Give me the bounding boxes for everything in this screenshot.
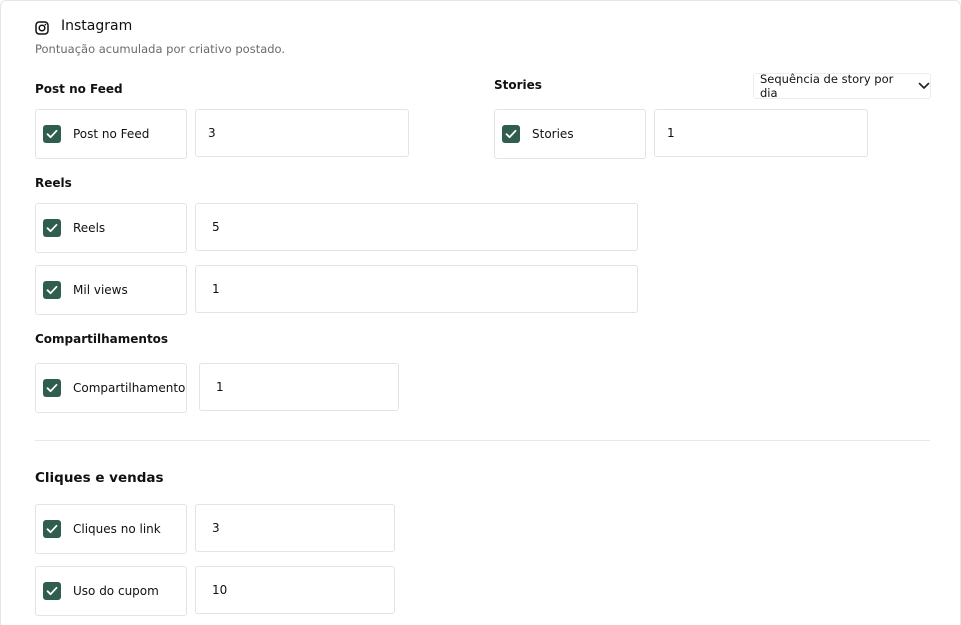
section-label-shares: Compartilhamentos [35,332,169,346]
instagram-settings-card: Instagram Pontuação acumulada por criati… [0,0,961,625]
checkbox-label: Post no Feed [73,127,150,141]
check-icon [43,520,61,538]
check-icon [43,281,61,299]
link-clicks-checkbox[interactable]: Cliques no link [35,504,187,554]
check-icon [43,379,61,397]
coupon-use-checkbox[interactable]: Uso do cupom [35,566,187,616]
post-feed-checkbox[interactable]: Post no Feed [35,109,187,159]
checkbox-label: Cliques no link [73,522,161,536]
reels-checkbox[interactable]: Reels [35,203,187,253]
check-icon [502,125,520,143]
check-icon [43,219,61,237]
check-icon [43,582,61,600]
checkbox-label: Stories [532,127,574,141]
checkbox-label: Compartilhamento [73,381,186,395]
chevron-down-icon [918,82,930,90]
instagram-icon [35,20,49,35]
coupon-use-points-input[interactable] [195,566,395,614]
checkbox-label: Reels [73,221,106,235]
checkbox-label: Uso do cupom [73,584,159,598]
share-checkbox[interactable]: Compartilhamento [35,363,187,413]
share-points-input[interactable] [199,363,399,411]
page-title: Instagram [61,18,133,34]
checkbox-label: Mil views [73,283,128,297]
link-clicks-points-input[interactable] [195,504,395,552]
reels-points-input[interactable] [195,203,638,251]
check-icon [43,125,61,143]
section-divider [35,440,930,441]
page-subtitle: Pontuação acumulada por criativo postado… [35,42,286,56]
section-label-reels: Reels [35,176,72,190]
stories-points-input[interactable] [654,109,868,157]
section-label-stories: Stories [494,78,542,92]
select-value: Sequência de story por dia [760,72,894,100]
section-label-post-feed: Post no Feed [35,82,123,96]
stories-frequency-select[interactable]: Sequência de story por dia [753,72,931,100]
section-label-clicks-sales: Cliques e vendas [35,470,164,486]
mil-views-checkbox[interactable]: Mil views [35,265,187,315]
post-feed-points-input[interactable] [195,109,409,157]
mil-views-points-input[interactable] [195,265,638,313]
stories-checkbox[interactable]: Stories [494,109,646,159]
